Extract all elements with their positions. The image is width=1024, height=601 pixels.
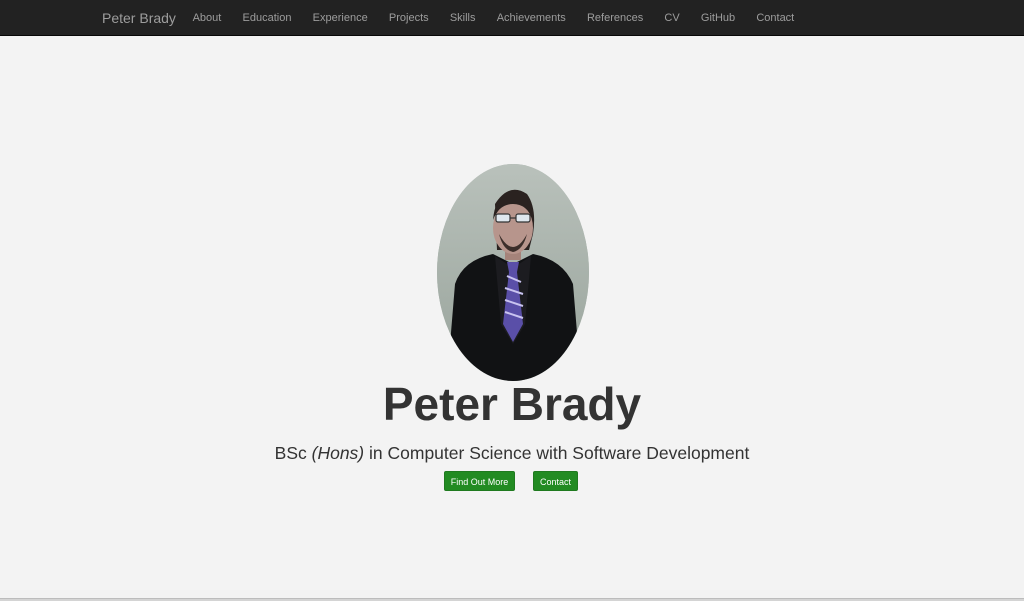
navbar-brand[interactable]: Peter Brady bbox=[102, 0, 176, 36]
degree-prefix: BSc bbox=[274, 443, 307, 463]
degree-hons: (Hons) bbox=[311, 443, 365, 463]
profile-photo bbox=[437, 164, 589, 381]
degree-suffix: in Computer Science with Software Develo… bbox=[369, 443, 750, 463]
top-navbar: Peter Brady About Education Experience P… bbox=[0, 0, 1024, 36]
nav-link-contact[interactable]: Contact bbox=[746, 0, 805, 36]
nav-links: About Education Experience Projects Skil… bbox=[182, 0, 805, 36]
nav-link-references[interactable]: References bbox=[576, 0, 653, 36]
nav-link-cv[interactable]: CV bbox=[654, 0, 690, 36]
nav-link-skills[interactable]: Skills bbox=[439, 0, 486, 36]
nav-link-github[interactable]: GitHub bbox=[690, 0, 745, 36]
hero-name: Peter Brady bbox=[382, 378, 642, 430]
nav-link-about[interactable]: About bbox=[182, 0, 232, 36]
nav-link-projects[interactable]: Projects bbox=[378, 0, 439, 36]
hero-section: Peter Brady BSc (Hons) in Computer Scien… bbox=[0, 37, 1024, 599]
nav-link-experience[interactable]: Experience bbox=[302, 0, 378, 36]
contact-button[interactable]: Contact bbox=[533, 471, 578, 491]
hero-degree: BSc (Hons) in Computer Science with Soft… bbox=[0, 441, 1024, 465]
profile-photo-illustration bbox=[437, 164, 589, 381]
nav-link-education[interactable]: Education bbox=[232, 0, 302, 36]
nav-link-achievements[interactable]: Achievements bbox=[486, 0, 576, 36]
find-out-more-button[interactable]: Find Out More bbox=[444, 471, 515, 491]
